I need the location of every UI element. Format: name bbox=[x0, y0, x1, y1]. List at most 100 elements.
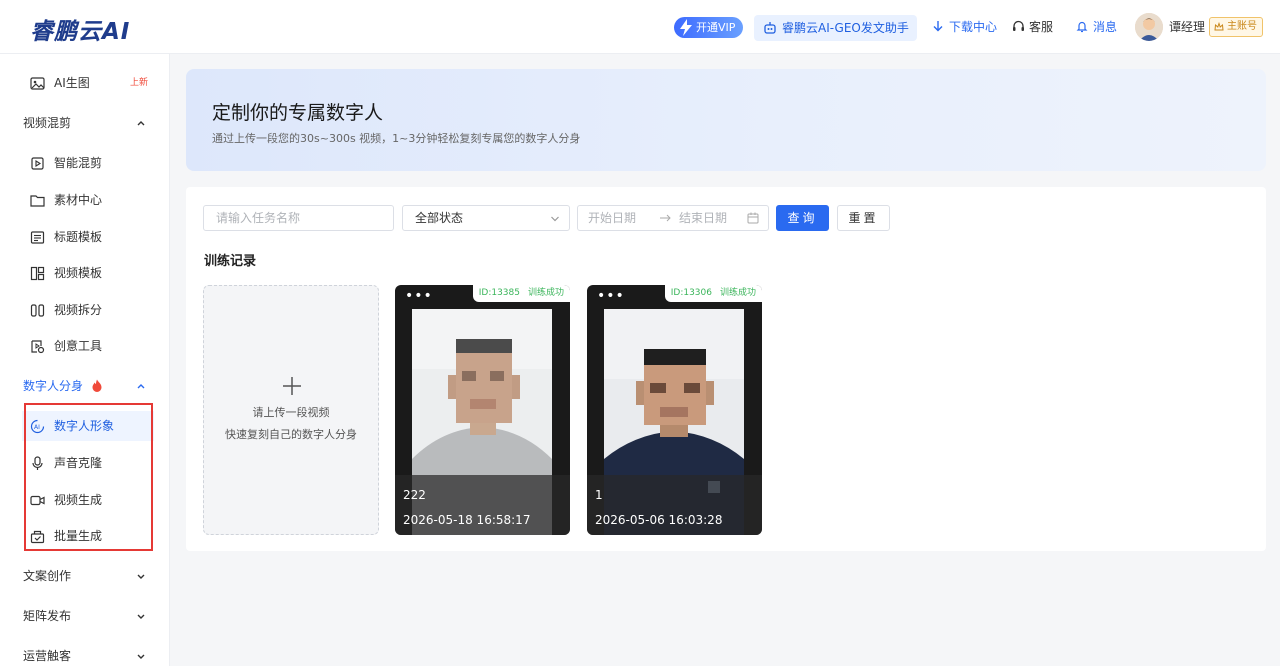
more-options-icon[interactable]: ••• bbox=[597, 289, 625, 303]
sidebar-group-label: 运营触客 bbox=[23, 649, 72, 663]
sidebar-group-label: 矩阵发布 bbox=[23, 609, 72, 623]
sidebar-item-voice-clone[interactable]: 声音克隆 bbox=[22, 448, 154, 478]
lightning-icon bbox=[680, 19, 692, 36]
calendar-icon bbox=[747, 212, 759, 224]
sidebar-item-label: 创意工具 bbox=[54, 339, 103, 353]
page-subtitle: 通过上传一段您的30s~300s 视频，1~3分钟轻松复刻专属您的数字人分身 bbox=[212, 132, 581, 145]
download-center-link[interactable]: 下载中心 bbox=[932, 18, 997, 36]
training-record-card[interactable]: ••• ID:13306 训练成功 1 2026-05-06 16:03:28 bbox=[587, 285, 762, 535]
sidebar-item-video-split[interactable]: 视频拆分 bbox=[22, 295, 154, 325]
sidebar-item-batch-generate[interactable]: 批量生成 bbox=[22, 521, 154, 551]
task-name-placeholder: 请输入任务名称 bbox=[216, 211, 301, 225]
batch-icon bbox=[30, 530, 45, 544]
sidebar-group-label: 文案创作 bbox=[23, 569, 72, 583]
sidebar-group-matrix-publish[interactable]: 矩阵发布 bbox=[23, 606, 148, 626]
customer-service-link[interactable]: 客服 bbox=[1012, 18, 1053, 36]
open-vip-button[interactable]: 开通VIP bbox=[674, 17, 744, 38]
sidebar-item-label: 视频模板 bbox=[54, 266, 103, 280]
sidebar-item-digital-human-image[interactable]: AI 数字人形象 bbox=[22, 411, 154, 441]
sidebar-item-video-generate[interactable]: 视频生成 bbox=[22, 485, 154, 515]
upload-hint-line1: 请上传一段视频 bbox=[252, 406, 330, 419]
record-id: ID:13306 bbox=[670, 288, 712, 298]
layout-icon bbox=[30, 266, 45, 281]
chevron-down-icon bbox=[137, 654, 145, 659]
record-time: 2026-05-18 16:58:17 bbox=[403, 513, 531, 527]
reset-button[interactable]: 重置 bbox=[837, 205, 890, 231]
task-name-input[interactable]: 请输入任务名称 bbox=[203, 205, 394, 231]
date-range-picker[interactable]: 开始日期 结束日期 bbox=[577, 205, 769, 231]
messages-link[interactable]: 消息 bbox=[1076, 18, 1117, 36]
sidebar-group-video-mix[interactable]: 视频混剪 bbox=[23, 113, 148, 133]
record-name: 222 bbox=[403, 488, 426, 502]
sidebar-item-label: 视频拆分 bbox=[54, 303, 103, 317]
sidebar-group-label: 视频混剪 bbox=[23, 116, 72, 130]
training-records-panel: 请输入任务名称 全部状态 开始日期 结束日期 查询 重置 训练记录 请上传一段视… bbox=[186, 187, 1266, 551]
training-record-card[interactable]: ••• ID:13385 训练成功 222 2026-05-18 16:58:17 bbox=[395, 285, 570, 535]
sidebar-item-label: 标题模板 bbox=[54, 230, 103, 244]
headset-icon bbox=[1013, 20, 1024, 31]
chevron-down-icon bbox=[137, 614, 145, 619]
sidebar-item-label: 声音克隆 bbox=[54, 456, 103, 470]
intro-banner: 定制你的专属数字人 通过上传一段您的30s~300s 视频，1~3分钟轻松复刻专… bbox=[186, 69, 1266, 171]
start-date-placeholder: 开始日期 bbox=[588, 211, 637, 225]
chevron-up-icon bbox=[137, 384, 145, 389]
app-logo[interactable]: 睿鹏云AI bbox=[30, 12, 130, 46]
sidebar-item-label: 视频生成 bbox=[54, 493, 103, 507]
microphone-icon bbox=[32, 456, 43, 470]
sidebar-item-title-template[interactable]: 标题模板 bbox=[22, 222, 154, 252]
creative-tools-icon bbox=[31, 340, 45, 354]
main-account-badge: 主账号 bbox=[1209, 17, 1263, 37]
svg-text:AI: AI bbox=[34, 424, 40, 431]
upload-hint-line2: 快速复刻自己的数字人分身 bbox=[225, 428, 357, 441]
sidebar-group-copywriting[interactable]: 文案创作 bbox=[23, 566, 148, 586]
sidebar-group-operations[interactable]: 运营触客 bbox=[23, 646, 148, 666]
sidebar-item-material-center[interactable]: 素材中心 bbox=[22, 185, 154, 215]
record-status: 训练成功 bbox=[527, 288, 564, 298]
sidebar-group-label: 数字人分身 bbox=[23, 379, 84, 393]
sidebar-item-label: 智能混剪 bbox=[54, 156, 103, 170]
record-name: 1 bbox=[595, 488, 603, 502]
sidebar-item-label: 素材中心 bbox=[54, 193, 103, 207]
sidebar-item-ai-image[interactable]: AI生图 上新 bbox=[22, 68, 154, 98]
section-title: 训练记录 bbox=[204, 254, 257, 269]
new-badge: 上新 bbox=[129, 78, 148, 88]
sidebar: AI生图 上新 视频混剪 智能混剪 素材中心 标题模板 视频模板 视频拆分 创意… bbox=[0, 54, 170, 666]
split-icon bbox=[30, 304, 45, 317]
record-id: ID:13385 bbox=[478, 288, 520, 298]
download-center-label: 下载中心 bbox=[949, 20, 998, 34]
main-account-label: 主账号 bbox=[1227, 21, 1257, 32]
chevron-down-icon bbox=[137, 574, 145, 579]
geo-assistant-button[interactable]: 睿鹏云AI-GEO发文助手 bbox=[754, 15, 917, 41]
image-icon bbox=[30, 77, 45, 90]
user-name[interactable]: 谭经理 bbox=[1169, 18, 1205, 36]
crown-icon bbox=[1214, 22, 1224, 31]
status-select-value: 全部状态 bbox=[415, 211, 464, 225]
status-select[interactable]: 全部状态 bbox=[402, 205, 570, 231]
sidebar-group-digital-human[interactable]: 数字人分身 bbox=[23, 376, 148, 396]
plus-icon bbox=[283, 377, 301, 395]
status-tag: ID:13306 训练成功 bbox=[664, 285, 762, 302]
arrow-right-icon bbox=[660, 214, 671, 222]
end-date-placeholder: 结束日期 bbox=[679, 211, 728, 225]
page-title: 定制你的专属数字人 bbox=[212, 102, 384, 124]
sidebar-item-label: AI生图 bbox=[54, 76, 90, 90]
sidebar-item-creative-tools[interactable]: 创意工具 bbox=[22, 331, 154, 361]
query-button[interactable]: 查询 bbox=[776, 205, 829, 231]
ai-avatar-icon: AI bbox=[30, 419, 45, 434]
folder-icon bbox=[30, 195, 45, 207]
chevron-down-icon bbox=[551, 216, 559, 222]
fire-icon bbox=[92, 379, 102, 392]
open-vip-label: 开通VIP bbox=[696, 21, 736, 34]
sidebar-item-smart-mix[interactable]: 智能混剪 bbox=[22, 148, 154, 178]
sidebar-item-video-template[interactable]: 视频模板 bbox=[22, 258, 154, 288]
geo-assistant-label: 睿鹏云AI-GEO发文助手 bbox=[782, 21, 909, 35]
avatar-image bbox=[1135, 13, 1163, 41]
upload-video-card[interactable]: 请上传一段视频 快速复刻自己的数字人分身 bbox=[203, 285, 379, 535]
customer-service-label: 客服 bbox=[1029, 20, 1054, 34]
more-options-icon[interactable]: ••• bbox=[405, 289, 433, 303]
user-avatar[interactable] bbox=[1135, 13, 1163, 41]
chevron-up-icon bbox=[137, 121, 145, 126]
sidebar-item-label: 批量生成 bbox=[54, 529, 103, 543]
robot-icon bbox=[764, 22, 776, 34]
messages-label: 消息 bbox=[1093, 20, 1118, 34]
